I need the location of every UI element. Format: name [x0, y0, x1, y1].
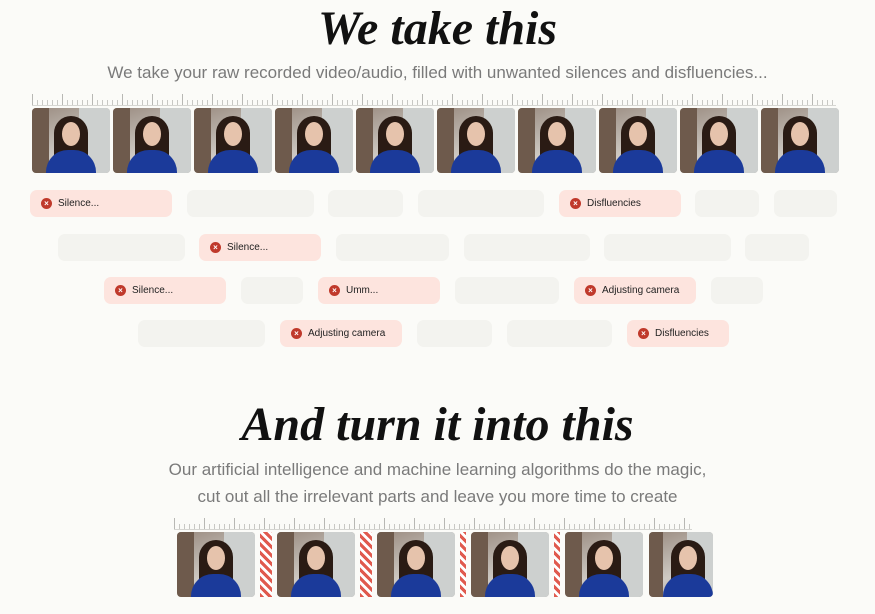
video-frame-thumbnail: [471, 532, 549, 597]
video-frame-thumbnail: [761, 108, 839, 173]
tag-adjusting-camera: × Adjusting camera: [280, 320, 402, 347]
timeline-ruler: [174, 518, 692, 530]
video-frame-thumbnail: [194, 108, 272, 173]
placeholder-chip: [328, 190, 403, 217]
placeholder-chip: [507, 320, 612, 347]
tag-label: Silence...: [132, 285, 174, 296]
video-frame-thumbnail: [680, 108, 758, 173]
close-circle-icon: ×: [115, 285, 126, 296]
tag-silence: × Silence...: [104, 277, 226, 304]
cut-marker: [260, 532, 272, 597]
placeholder-chip: [711, 277, 763, 304]
placeholder-chip: [241, 277, 303, 304]
video-frame-thumbnail: [518, 108, 596, 173]
close-circle-icon: ×: [638, 328, 649, 339]
placeholder-chip: [417, 320, 492, 347]
cut-marker: [460, 532, 466, 597]
placeholder-chip: [604, 234, 731, 261]
placeholder-chip: [464, 234, 590, 261]
tag-silence: × Silence...: [199, 234, 321, 261]
tag-silence: × Silence...: [30, 190, 172, 217]
placeholder-chip: [418, 190, 544, 217]
video-frame-thumbnail: [275, 108, 353, 173]
tag-umm: × Umm...: [318, 277, 440, 304]
close-circle-icon: ×: [585, 285, 596, 296]
video-frame-thumbnail: [32, 108, 110, 173]
cut-marker: [554, 532, 560, 597]
close-circle-icon: ×: [570, 198, 581, 209]
cut-marker: [360, 532, 372, 597]
video-frame-thumbnail: [377, 532, 455, 597]
video-frame-thumbnail: [599, 108, 677, 173]
tag-label: Adjusting camera: [602, 285, 680, 296]
section-subtitle-after-line1: Our artificial intelligence and machine …: [168, 460, 707, 479]
tag-disfluencies: × Disfluencies: [627, 320, 729, 347]
placeholder-chip: [336, 234, 449, 261]
video-frame-thumbnail: [277, 532, 355, 597]
close-circle-icon: ×: [41, 198, 52, 209]
tag-disfluencies: × Disfluencies: [559, 190, 681, 217]
tag-label: Silence...: [227, 242, 269, 253]
video-frame-thumbnail: [437, 108, 515, 173]
tag-label: Umm...: [346, 285, 379, 296]
section-subtitle-before: We take your raw recorded video/audio, f…: [107, 63, 768, 82]
video-frame-thumbnail: [113, 108, 191, 173]
tag-label: Disfluencies: [655, 328, 709, 339]
placeholder-chip: [187, 190, 314, 217]
placeholder-chip: [774, 190, 837, 217]
close-circle-icon: ×: [210, 242, 221, 253]
video-frame-thumbnail: [356, 108, 434, 173]
tag-label: Adjusting camera: [308, 328, 386, 339]
timeline-ruler: [32, 94, 836, 106]
section-title-after: And turn it into this: [241, 398, 634, 451]
close-circle-icon: ×: [329, 285, 340, 296]
tag-label: Disfluencies: [587, 198, 641, 209]
placeholder-chip: [58, 234, 185, 261]
section-title-before: We take this: [317, 2, 558, 55]
section-subtitle-after-line2: cut out all the irrelevant parts and lea…: [197, 487, 678, 506]
placeholder-chip: [695, 190, 759, 217]
video-frame-thumbnail: [649, 532, 713, 597]
edited-video-filmstrip: [174, 532, 716, 597]
placeholder-chip: [745, 234, 809, 261]
placeholder-chip: [455, 277, 559, 304]
video-frame-thumbnail: [177, 532, 255, 597]
placeholder-chip: [138, 320, 265, 347]
close-circle-icon: ×: [291, 328, 302, 339]
tag-label: Silence...: [58, 198, 100, 209]
video-frame-thumbnail: [565, 532, 643, 597]
raw-video-filmstrip: [32, 108, 839, 173]
tag-adjusting-camera: × Adjusting camera: [574, 277, 696, 304]
